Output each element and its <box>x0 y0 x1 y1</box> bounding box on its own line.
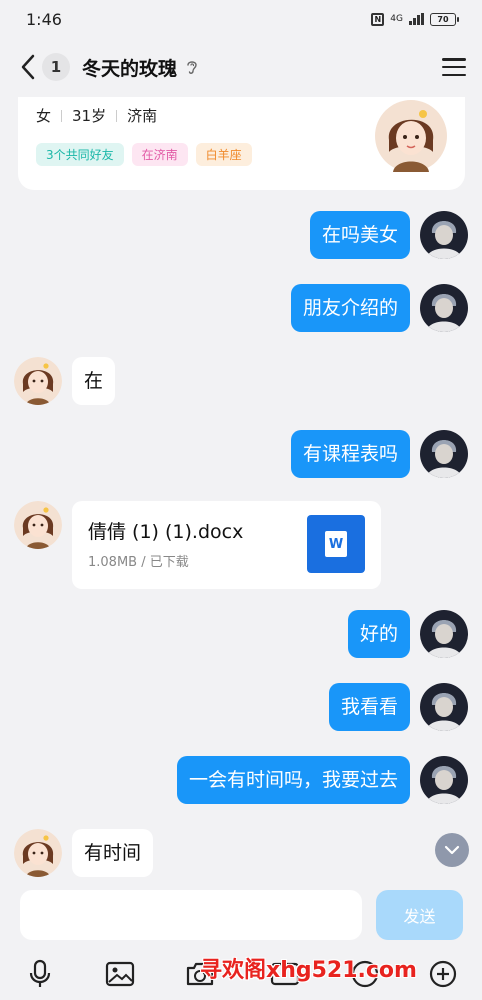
file-attachment-card[interactable]: 倩倩 (1) (1).docx 1.08MB / 已下载 W <box>72 501 381 589</box>
message-bubble[interactable]: 好的 <box>347 610 410 658</box>
profile-avatar[interactable] <box>375 100 447 172</box>
my-avatar[interactable] <box>420 610 468 658</box>
my-avatar[interactable] <box>420 756 468 804</box>
message-incoming: 有时间 <box>14 829 154 877</box>
my-avatar[interactable] <box>420 284 468 332</box>
profile-age: 31岁 <box>72 107 107 125</box>
status-icons: N 4G 70 <box>371 12 459 26</box>
signal-icon <box>409 13 424 25</box>
status-bar: 1:46 N 4G 70 <box>0 0 482 38</box>
file-meta: 1.08MB / 已下载 <box>88 555 189 570</box>
word-document-icon: W <box>307 515 365 573</box>
contact-avatar[interactable] <box>14 357 62 405</box>
contact-name[interactable]: 冬天的玫瑰 <box>82 54 177 81</box>
profile-gender: 女 <box>36 107 52 125</box>
image-icon[interactable] <box>100 954 140 994</box>
menu-icon[interactable] <box>442 56 466 78</box>
tag-mutual-friends[interactable]: 3个共同好友 <box>36 143 124 166</box>
chat-messages[interactable]: 在吗美女 朋友介绍的 在 有课程表吗 倩倩 (1) (1).docx 1.08M… <box>0 190 482 884</box>
plus-icon[interactable] <box>423 954 463 994</box>
scroll-to-bottom-button[interactable] <box>435 833 469 867</box>
message-bubble[interactable]: 在 <box>72 357 116 405</box>
contact-avatar[interactable] <box>14 501 62 549</box>
unread-count-badge[interactable]: 1 <box>42 53 70 81</box>
message-input[interactable] <box>20 890 362 940</box>
message-bubble[interactable]: 我看看 <box>328 683 410 731</box>
divider <box>116 109 118 122</box>
my-avatar[interactable] <box>420 430 468 478</box>
back-icon[interactable] <box>16 52 40 82</box>
my-avatar[interactable] <box>420 683 468 731</box>
microphone-icon[interactable] <box>20 954 60 994</box>
message-outgoing: 一会有时间吗，我要过去 <box>176 756 468 804</box>
message-bubble[interactable]: 在吗美女 <box>309 211 410 259</box>
my-avatar[interactable] <box>420 211 468 259</box>
profile-tags: 3个共同好友 在济南 白羊座 <box>36 143 252 166</box>
contact-avatar[interactable] <box>14 829 62 877</box>
message-bubble[interactable]: 一会有时间吗，我要过去 <box>176 756 410 804</box>
tag-location[interactable]: 在济南 <box>131 143 188 166</box>
nfc-icon: N <box>371 12 385 26</box>
chat-header: 1 冬天的玫瑰 <box>0 42 482 92</box>
profile-city: 济南 <box>127 107 158 125</box>
message-bubble[interactable]: 有时间 <box>72 829 154 877</box>
network-type-label: 4G <box>390 13 403 24</box>
word-icon-letter: W <box>325 531 347 557</box>
divider <box>61 109 63 122</box>
watermark: 寻欢阁xhg521.com <box>200 958 417 983</box>
message-incoming: 在 <box>14 357 116 405</box>
profile-info: 女 31岁 济南 <box>36 105 157 126</box>
battery-level: 70 <box>437 14 449 24</box>
message-outgoing: 在吗美女 <box>309 211 468 259</box>
tag-zodiac[interactable]: 白羊座 <box>195 143 252 166</box>
send-button[interactable]: 发送 <box>376 890 463 940</box>
message-bubble[interactable]: 朋友介绍的 <box>290 284 410 332</box>
status-time: 1:46 <box>26 9 62 29</box>
message-outgoing: 朋友介绍的 <box>290 284 468 332</box>
chevron-down-icon <box>444 845 460 855</box>
ear-icon <box>187 61 197 74</box>
message-outgoing: 有课程表吗 <box>290 430 468 478</box>
message-incoming-file: 倩倩 (1) (1).docx 1.08MB / 已下载 W <box>14 501 381 589</box>
message-bubble[interactable]: 有课程表吗 <box>290 430 410 478</box>
message-outgoing: 好的 <box>347 610 468 658</box>
message-outgoing: 我看看 <box>328 683 468 731</box>
battery-icon: 70 <box>430 12 459 26</box>
file-name: 倩倩 (1) (1).docx <box>88 521 244 543</box>
profile-card[interactable]: 女 31岁 济南 3个共同好友 在济南 白羊座 <box>18 97 465 190</box>
